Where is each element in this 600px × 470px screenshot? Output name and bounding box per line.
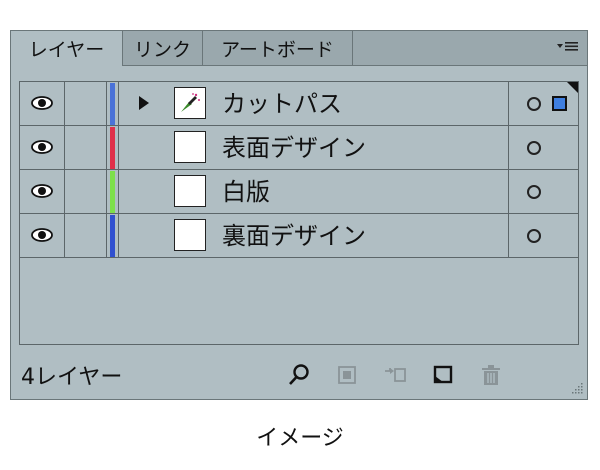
search-icon[interactable]	[287, 363, 311, 387]
target-circle-icon[interactable]	[527, 229, 541, 243]
layer-thumbnail	[174, 175, 206, 207]
panel-menu-icon[interactable]	[557, 39, 579, 57]
selected-corner-marker	[567, 82, 578, 93]
tab-artboards[interactable]: アートボード	[203, 31, 353, 65]
visibility-eye-icon[interactable]	[31, 183, 53, 199]
clipping-mask-icon[interactable]	[335, 363, 359, 387]
target-circle-icon[interactable]	[527, 97, 541, 111]
layer-row-cut-path[interactable]: カットパス	[20, 82, 578, 126]
tab-layers[interactable]: レイヤー	[11, 31, 123, 66]
tab-links[interactable]: リンク	[123, 31, 203, 65]
layer-thumbnail	[174, 131, 206, 163]
layer-color-swatch	[110, 127, 115, 169]
visibility-eye-icon[interactable]	[31, 227, 53, 243]
layer-thumbnail	[174, 219, 206, 251]
target-circle-icon[interactable]	[527, 185, 541, 199]
delete-icon[interactable]	[479, 363, 503, 387]
new-layer-icon[interactable]	[431, 363, 455, 387]
layer-name[interactable]: 表面デザイン	[222, 130, 366, 166]
layer-name[interactable]: 白版	[222, 174, 270, 210]
tab-bar: レイヤー リンク アートボード	[11, 31, 587, 66]
target-circle-icon[interactable]	[527, 141, 541, 155]
layer-row-white-plate[interactable]: 白版	[20, 170, 578, 214]
layer-color-swatch	[110, 215, 115, 257]
move-to-layer-icon[interactable]	[383, 363, 407, 387]
layer-color-swatch	[110, 171, 115, 213]
panel-footer: 4レイヤー	[11, 353, 587, 399]
layer-list: カットパス 表面デザイン 白版 裏面デザイン	[19, 81, 579, 345]
layer-row-back-design[interactable]: 裏面デザイン	[20, 214, 578, 258]
layer-count-label: 4レイヤー	[21, 365, 123, 390]
visibility-eye-icon[interactable]	[31, 95, 53, 111]
resize-grip-icon[interactable]	[569, 381, 583, 395]
layer-row-front-design[interactable]: 表面デザイン	[20, 126, 578, 170]
layer-name[interactable]: カットパス	[222, 86, 342, 122]
expand-triangle-icon[interactable]	[139, 96, 149, 110]
image-caption: イメージ	[256, 426, 344, 451]
layer-color-swatch	[110, 83, 115, 125]
visibility-eye-icon[interactable]	[31, 139, 53, 155]
layer-thumbnail	[174, 87, 206, 119]
selection-indicator-icon[interactable]	[552, 96, 567, 111]
layers-panel: レイヤー リンク アートボード カットパス 表面デザイン 白版 裏面デザイン 4…	[10, 30, 588, 400]
layer-name[interactable]: 裏面デザイン	[222, 218, 366, 254]
